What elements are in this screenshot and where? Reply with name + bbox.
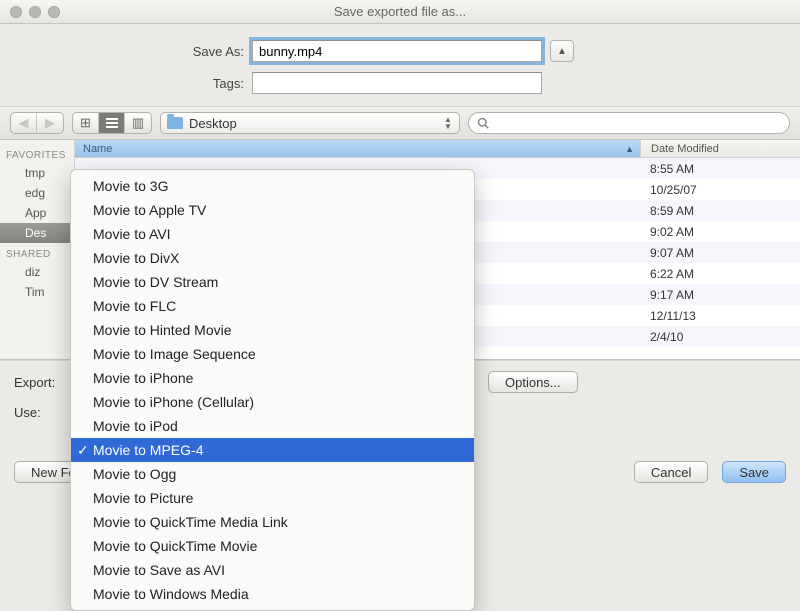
sidebar-item-label: App	[25, 206, 46, 220]
folder-icon	[6, 227, 20, 239]
export-menu-item[interactable]: Movie to FLC	[71, 294, 474, 318]
window-title: Save exported file as...	[0, 4, 800, 19]
sidebar-item-label: Tim	[25, 285, 45, 299]
tags-row: Tags:	[0, 72, 800, 94]
sidebar-shared-header: SHARED	[0, 243, 74, 262]
export-menu-item[interactable]: Movie to 3G	[71, 174, 474, 198]
file-date-cell: 12/11/13	[640, 309, 800, 323]
nav-back-button[interactable]	[11, 113, 37, 133]
sidebar-item-des[interactable]: Des	[0, 223, 74, 243]
nav-forward-button[interactable]	[37, 113, 63, 133]
search-field[interactable]	[468, 112, 790, 134]
export-menu-item[interactable]: Movie to Image Sequence	[71, 342, 474, 366]
chevron-left-icon	[19, 115, 29, 131]
computer-icon	[6, 266, 20, 278]
file-list-header: Name ▲ Date Modified	[75, 140, 800, 158]
browser-toolbar: ⊞ ▥ Desktop ▲▼	[0, 106, 800, 140]
columns-icon: ▥	[132, 115, 144, 131]
chevron-up-icon: ▲	[557, 46, 567, 57]
file-date-cell: 9:17 AM	[640, 288, 800, 302]
tags-input[interactable]	[252, 72, 542, 94]
export-menu-item[interactable]: Movie to MPEG-4	[71, 438, 474, 462]
search-icon	[477, 117, 489, 129]
list-icon	[106, 115, 118, 131]
file-date-cell: 9:02 AM	[640, 225, 800, 239]
folder-icon	[6, 167, 20, 179]
save-label: Save	[739, 465, 769, 480]
export-format-menu[interactable]: Movie to 3GMovie to Apple TVMovie to AVI…	[70, 169, 475, 611]
folder-icon	[6, 207, 20, 219]
cancel-button[interactable]: Cancel	[634, 461, 708, 483]
folder-icon	[167, 117, 183, 129]
collapse-expand-button[interactable]: ▲	[550, 40, 574, 62]
sidebar-item-tmp[interactable]: tmp	[0, 163, 74, 183]
options-button[interactable]: Options...	[488, 371, 578, 393]
location-label: Desktop	[189, 116, 237, 131]
computer-icon	[6, 286, 20, 298]
options-label: Options...	[505, 375, 561, 390]
export-menu-item[interactable]: Movie to iPhone (Cellular)	[71, 390, 474, 414]
column-date-label: Date Modified	[651, 143, 719, 155]
view-columns-button[interactable]: ▥	[125, 113, 151, 133]
column-name-label: Name	[83, 143, 112, 155]
search-input[interactable]	[495, 115, 781, 131]
export-menu-item[interactable]: Movie to QuickTime Media Link	[71, 510, 474, 534]
export-menu-item[interactable]: Movie to iPod	[71, 414, 474, 438]
save-as-input[interactable]	[252, 40, 542, 62]
file-date-cell: 2/4/10	[640, 330, 800, 344]
sidebar-item-tim[interactable]: Tim	[0, 282, 74, 302]
sort-ascending-icon: ▲	[625, 144, 634, 154]
view-icons-button[interactable]: ⊞	[73, 113, 99, 133]
export-menu-item[interactable]: Movie to Hinted Movie	[71, 318, 474, 342]
export-menu-item[interactable]: Movie to DV Stream	[71, 270, 474, 294]
sidebar-item-edg[interactable]: edg	[0, 183, 74, 203]
save-button[interactable]: Save	[722, 461, 786, 483]
export-menu-item[interactable]: Movie to Save as AVI	[71, 558, 474, 582]
sidebar-item-label: tmp	[25, 166, 45, 180]
save-as-label: Save As:	[0, 44, 252, 59]
chevron-right-icon	[45, 115, 55, 131]
export-menu-item[interactable]: Movie to AVI	[71, 222, 474, 246]
export-menu-item[interactable]: Movie to Picture	[71, 486, 474, 510]
nav-history-seg	[10, 112, 64, 134]
column-header-date[interactable]: Date Modified	[640, 140, 800, 157]
location-popup[interactable]: Desktop ▲▼	[160, 112, 460, 134]
sidebar-item-diz[interactable]: diz	[0, 262, 74, 282]
column-header-name[interactable]: Name ▲	[75, 140, 640, 157]
export-menu-item[interactable]: Movie to Ogg	[71, 462, 474, 486]
sidebar-item-label: diz	[25, 265, 40, 279]
export-menu-item[interactable]: Movie to Windows Media	[71, 582, 474, 606]
file-date-cell: 8:59 AM	[640, 204, 800, 218]
file-date-cell: 8:55 AM	[640, 162, 800, 176]
export-menu-item[interactable]: Movie to QuickTime Movie	[71, 534, 474, 558]
file-date-cell: 9:07 AM	[640, 246, 800, 260]
save-as-row: Save As: ▲	[0, 40, 800, 62]
folder-icon	[6, 187, 20, 199]
tags-label: Tags:	[0, 76, 252, 91]
use-label: Use:	[14, 405, 74, 420]
view-mode-seg: ⊞ ▥	[72, 112, 152, 134]
sidebar: FAVORITES tmp edg App Des SHARED diz Tim	[0, 140, 75, 359]
export-menu-item[interactable]: Movie to iPhone	[71, 366, 474, 390]
sidebar-item-app[interactable]: App	[0, 203, 74, 223]
sidebar-item-label: Des	[25, 226, 46, 240]
stepper-icon: ▲▼	[440, 114, 456, 132]
titlebar: Save exported file as...	[0, 0, 800, 24]
view-list-button[interactable]	[99, 113, 125, 133]
file-date-cell: 10/25/07	[640, 183, 800, 197]
sidebar-favorites-header: FAVORITES	[0, 144, 74, 163]
export-label: Export:	[14, 375, 74, 390]
export-menu-item[interactable]: Movie to DivX	[71, 246, 474, 270]
export-menu-item[interactable]: Movie to Apple TV	[71, 198, 474, 222]
cancel-label: Cancel	[651, 465, 691, 480]
grid-icon: ⊞	[80, 115, 91, 131]
sidebar-item-label: edg	[25, 186, 45, 200]
file-date-cell: 6:22 AM	[640, 267, 800, 281]
